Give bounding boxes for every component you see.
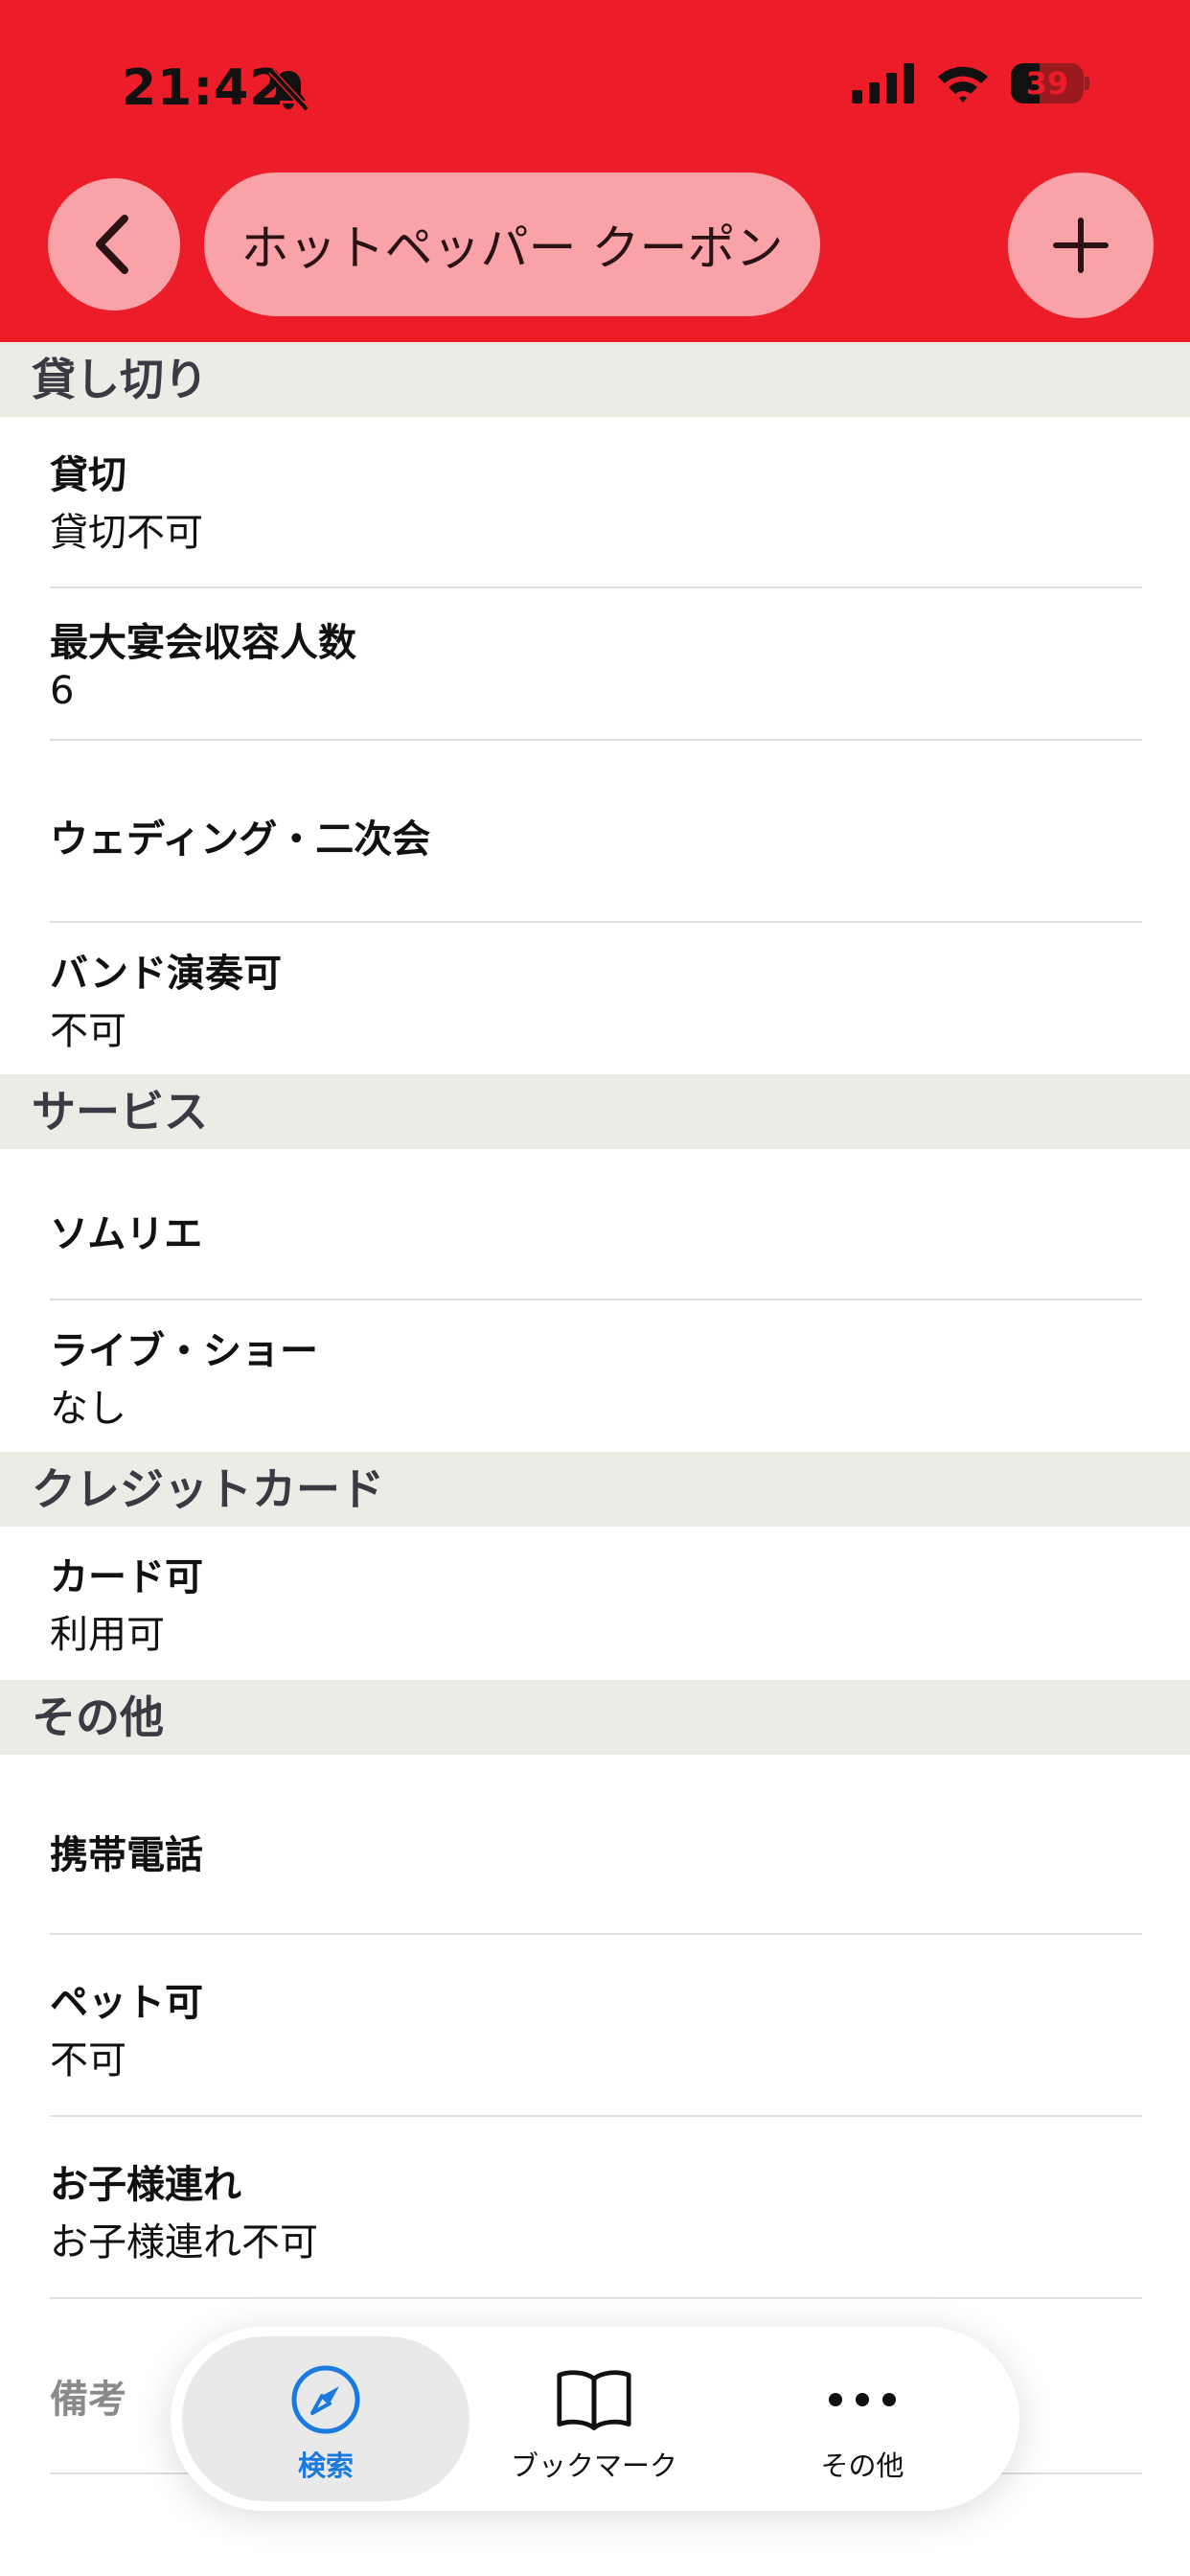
list-item[interactable]: ソムリエ: [0, 1149, 1190, 1300]
tab-search[interactable]: 検索: [182, 2336, 469, 2501]
list-item[interactable]: ウェディング・二次会: [0, 741, 1190, 921]
chevron-left-icon: [96, 215, 128, 274]
row-label: 貸切: [50, 453, 126, 497]
tab-bar: 検索 ブックマーク その他: [171, 2327, 1019, 2511]
row-label: ソムリエ: [50, 1212, 203, 1256]
row-value: 不可: [50, 2038, 126, 2082]
row-label: ライブ・ショー: [50, 1329, 318, 1373]
list-item[interactable]: ペット可 不可: [0, 1935, 1190, 2115]
tab-label: その他: [820, 2450, 904, 2482]
row-label: 備考: [50, 2378, 126, 2422]
section-header-service: サービス: [0, 1074, 1190, 1149]
row-label: カード可: [50, 1555, 203, 1599]
tab-bookmark[interactable]: ブックマーク: [450, 2336, 738, 2501]
row-value: 6: [50, 669, 75, 713]
battery-indicator: 39: [1011, 63, 1089, 104]
list-item[interactable]: カード可 利用可: [0, 1527, 1190, 1680]
status-time: 21:42: [122, 59, 286, 117]
row-label: お子様連れ: [50, 2163, 241, 2207]
row-label: バンド演奏可: [50, 952, 282, 996]
section-header-kashikiri: 貸し切り: [0, 342, 1190, 417]
row-value: 貸切不可: [50, 511, 203, 555]
row-label: 最大宴会収容人数: [50, 621, 356, 665]
list-item[interactable]: お子様連れ お子様連れ不可: [0, 2117, 1190, 2297]
back-button[interactable]: [48, 178, 180, 310]
list-item[interactable]: 貸切 貸切不可: [0, 417, 1190, 587]
status-right: 39: [852, 63, 1089, 104]
row-value: お子様連れ不可: [50, 2220, 318, 2265]
wifi-icon: [938, 66, 988, 103]
app-header: 21:42 39 ホットペッパー クーポン: [0, 0, 1190, 342]
plus-icon: [1053, 218, 1109, 273]
section-title: サービス: [32, 1086, 208, 1138]
tab-more[interactable]: その他: [719, 2336, 1006, 2501]
list-item[interactable]: ライブ・ショー なし: [0, 1300, 1190, 1452]
nav-title: ホットペッパー クーポン: [240, 220, 784, 276]
compass-icon: [287, 2363, 364, 2436]
section-title: クレジットカード: [32, 1463, 384, 1515]
row-label: 携帯電話: [50, 1833, 203, 1877]
row-label: ウェディング・二次会: [50, 817, 431, 862]
list-item[interactable]: 最大宴会収容人数 6: [0, 588, 1190, 740]
section-header-other: その他: [0, 1680, 1190, 1755]
list-item[interactable]: バンド演奏可 不可: [0, 923, 1190, 1074]
book-icon: [556, 2363, 632, 2436]
row-label: ペット可: [50, 1981, 203, 2025]
add-button[interactable]: [1008, 172, 1154, 318]
tab-label: 検索: [297, 2450, 354, 2482]
list-item[interactable]: 携帯電話: [0, 1755, 1190, 1933]
more-icon: [824, 2363, 901, 2436]
bell-muted-icon: [268, 68, 309, 112]
battery-cap: [1085, 77, 1089, 90]
tab-label: ブックマーク: [510, 2450, 677, 2482]
row-value: なし: [50, 1387, 126, 1431]
battery-percent: 39: [1025, 65, 1069, 102]
row-value: 利用可: [50, 1613, 165, 1657]
section-header-credit: クレジットカード: [0, 1452, 1190, 1527]
cellular-signal-icon: [852, 63, 914, 104]
row-value: 不可: [50, 1009, 126, 1053]
section-title: 貸し切り: [32, 354, 208, 405]
nav-title-pill[interactable]: ホットペッパー クーポン: [204, 172, 820, 316]
section-title: その他: [32, 1691, 164, 1743]
